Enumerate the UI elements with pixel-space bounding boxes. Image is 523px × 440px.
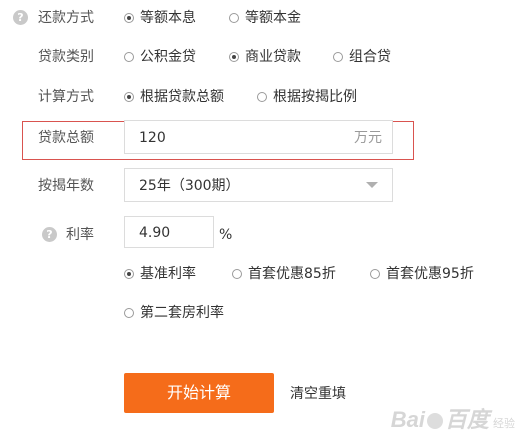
- radio-loan-commercial[interactable]: 商业贷款: [229, 47, 319, 67]
- radio-label: 基准利率: [140, 266, 196, 282]
- loan-amount-label: 贷款总额: [38, 130, 94, 146]
- radio-label: 根据贷款总额: [140, 89, 224, 105]
- loan-years-selected: 25年（300期）: [139, 178, 240, 194]
- loan-type-label: 贷款类别: [38, 49, 94, 65]
- radio-dot: [124, 308, 134, 318]
- interest-rate-unit: %: [219, 227, 233, 243]
- interest-rate-input[interactable]: 4.90: [124, 216, 214, 248]
- interest-rate-label: 利率: [66, 227, 94, 243]
- help-icon[interactable]: ?: [13, 10, 28, 25]
- radio-label: 等额本金: [245, 10, 301, 26]
- radio-label: 等额本息: [140, 10, 196, 26]
- chevron-down-icon: [366, 182, 378, 188]
- watermark-brand-left: Bai: [390, 407, 425, 432]
- help-icon[interactable]: ?: [42, 227, 57, 242]
- radio-rate-base[interactable]: 基准利率: [124, 264, 214, 284]
- radio-loan-provident-fund[interactable]: 公积金贷: [124, 47, 214, 67]
- radio-dot: [229, 52, 239, 62]
- radio-calc-by-ratio[interactable]: 根据按揭比例: [257, 87, 372, 107]
- radio-dot: [124, 13, 134, 23]
- radio-loan-combined[interactable]: 组合贷: [333, 47, 403, 67]
- radio-repay-equal-installment[interactable]: 等额本息: [124, 8, 214, 28]
- watermark-brand-right: 百度: [444, 407, 489, 432]
- radio-rate-first-95[interactable]: 首套优惠95折: [370, 264, 495, 284]
- radio-dot: [333, 52, 343, 62]
- radio-label: 首套优惠95折: [386, 266, 474, 282]
- baidu-watermark: Bai 百度 经验: [391, 402, 515, 434]
- radio-label: 公积金贷: [140, 49, 196, 65]
- radio-repay-equal-principal[interactable]: 等额本金: [229, 8, 319, 28]
- loan-amount-value: 120: [139, 130, 166, 146]
- radio-dot: [257, 92, 267, 102]
- radio-dot: [124, 92, 134, 102]
- radio-dot: [124, 269, 134, 279]
- loan-calculator-form: ? 还款方式 等额本息 等额本金 贷款类别 公积金贷 商业贷款 组合贷 计算方式…: [0, 0, 523, 440]
- repay-method-label: 还款方式: [38, 10, 94, 26]
- radio-label: 商业贷款: [245, 49, 301, 65]
- radio-dot: [229, 13, 239, 23]
- interest-rate-value: 4.90: [139, 225, 171, 241]
- radio-label: 组合贷: [349, 49, 391, 65]
- calculate-button[interactable]: 开始计算: [124, 373, 274, 413]
- radio-rate-second-home[interactable]: 第二套房利率: [124, 303, 239, 323]
- loan-amount-input[interactable]: 120 万元: [124, 120, 393, 154]
- radio-label: 首套优惠85折: [248, 266, 336, 282]
- radio-dot: [370, 269, 380, 279]
- radio-rate-first-85[interactable]: 首套优惠85折: [232, 264, 357, 284]
- reset-link[interactable]: 清空重填: [290, 384, 346, 404]
- radio-dot: [232, 269, 242, 279]
- loan-amount-unit: 万元: [354, 130, 382, 146]
- calc-method-label: 计算方式: [38, 89, 94, 105]
- paw-icon: [426, 413, 443, 430]
- radio-calc-by-total[interactable]: 根据贷款总额: [124, 87, 239, 107]
- radio-label: 根据按揭比例: [273, 89, 357, 105]
- radio-dot: [124, 52, 134, 62]
- loan-years-select[interactable]: 25年（300期）: [124, 168, 393, 202]
- watermark-sub: 经验: [493, 418, 515, 430]
- loan-years-label: 按揭年数: [38, 178, 94, 194]
- radio-label: 第二套房利率: [140, 305, 224, 321]
